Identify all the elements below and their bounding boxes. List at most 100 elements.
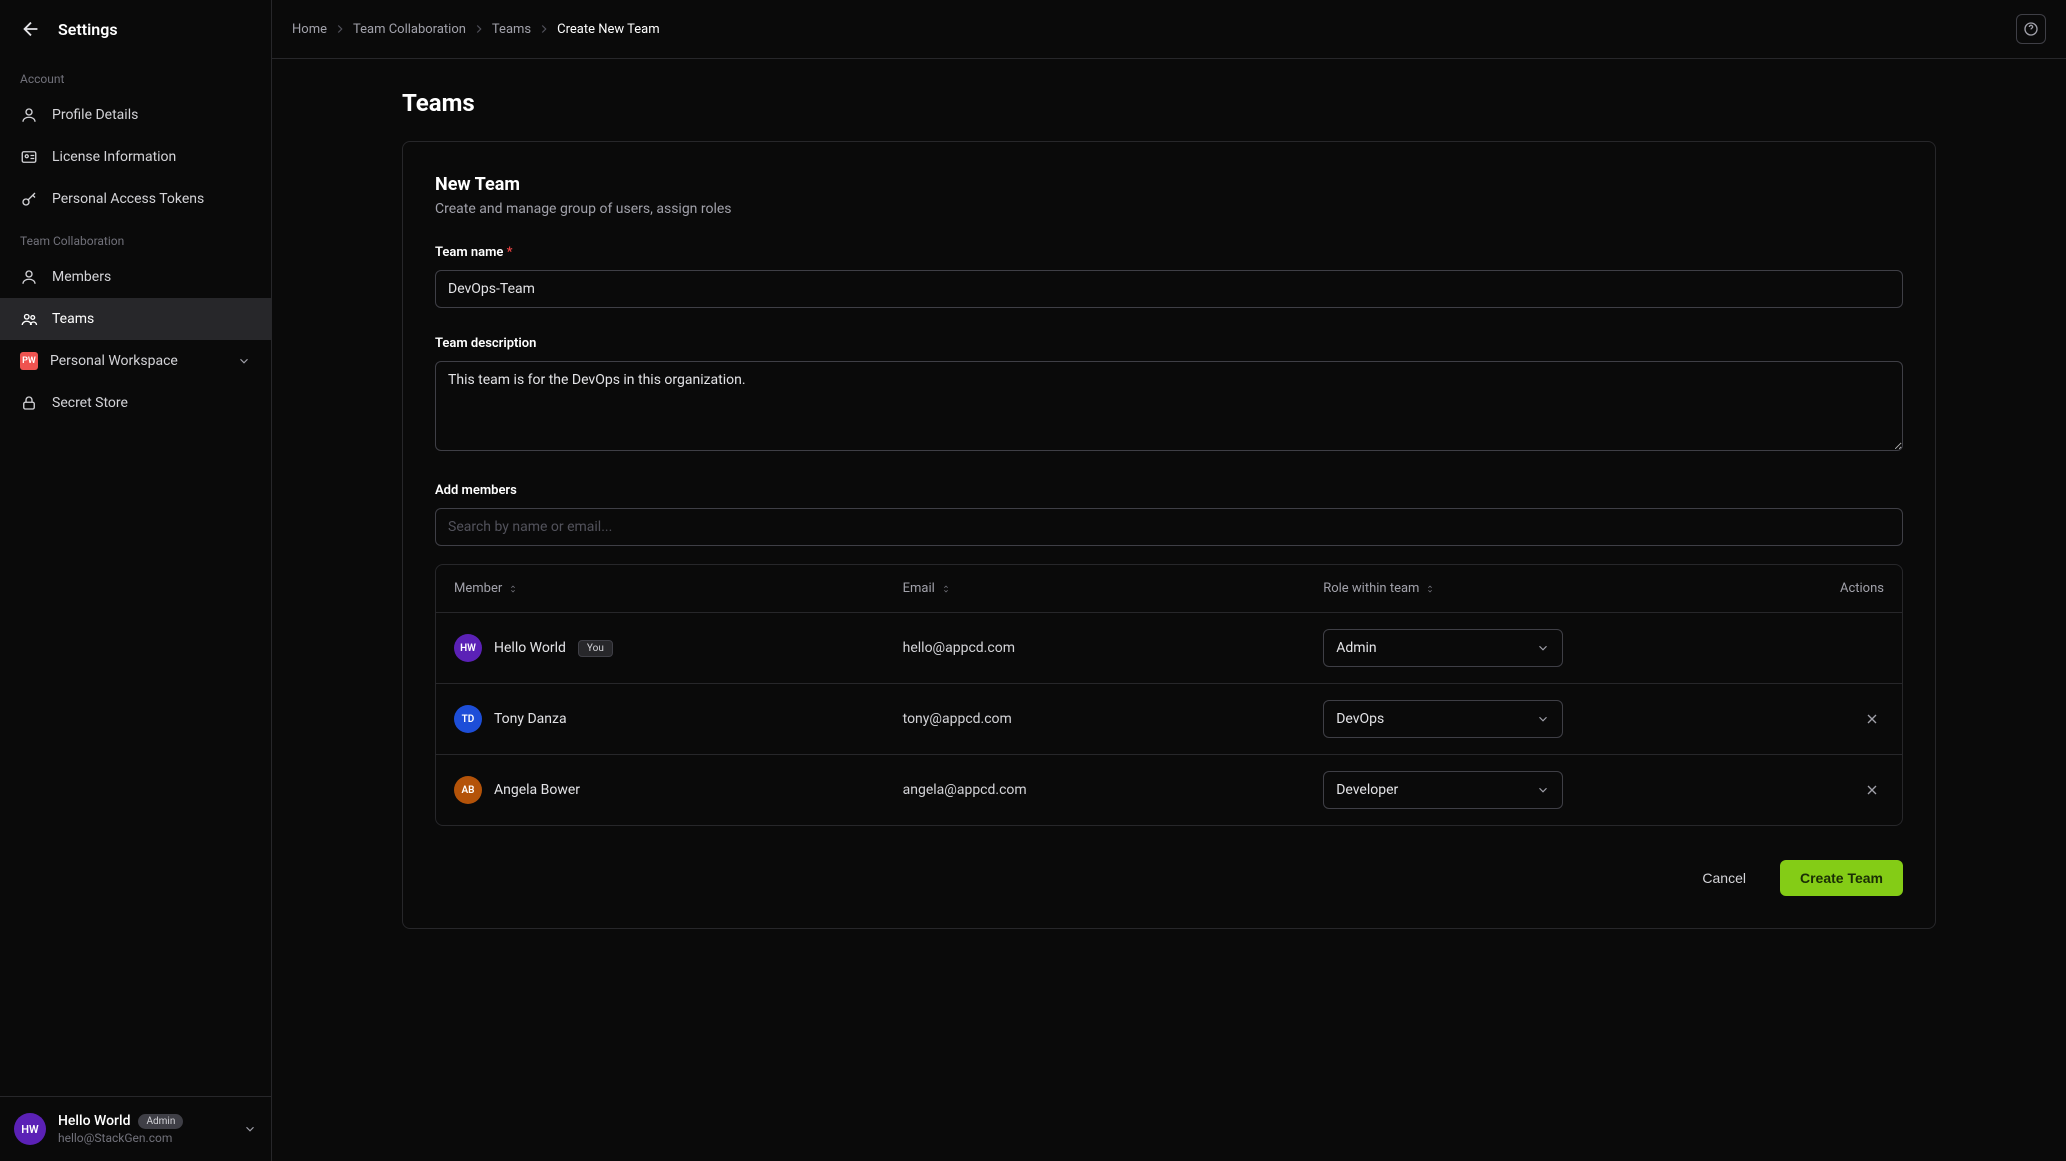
section-teamcollab-label: Team Collaboration bbox=[0, 220, 271, 256]
user-role-badge: Admin bbox=[138, 1114, 183, 1129]
member-avatar: AB bbox=[454, 776, 482, 804]
form-footer: Cancel Create Team bbox=[435, 860, 1903, 896]
sidebar-item-secret[interactable]: Secret Store bbox=[0, 382, 271, 424]
help-button[interactable] bbox=[2016, 14, 2046, 44]
role-cell: Admin bbox=[1323, 629, 1716, 667]
team-desc-input[interactable]: This team is for the DevOps in this orga… bbox=[435, 361, 1903, 451]
remove-member-button[interactable] bbox=[1860, 707, 1884, 731]
member-cell: AB Angela Bower bbox=[454, 776, 903, 804]
user-panel[interactable]: HW Hello World Admin hello@StackGen.com bbox=[0, 1096, 271, 1161]
sort-icon bbox=[1425, 584, 1435, 594]
member-avatar: HW bbox=[454, 634, 482, 662]
user-icon bbox=[20, 268, 38, 286]
th-email[interactable]: Email bbox=[903, 581, 1324, 596]
team-name-label: Team name * bbox=[435, 245, 1903, 260]
sidebar-item-teams[interactable]: Teams bbox=[0, 298, 271, 340]
chevron-down-icon bbox=[1536, 712, 1550, 726]
settings-title: Settings bbox=[58, 20, 118, 39]
crumb-team-collab[interactable]: Team Collaboration bbox=[353, 22, 466, 37]
user-info: Hello World Admin hello@StackGen.com bbox=[58, 1113, 231, 1145]
role-cell: DevOps bbox=[1323, 700, 1716, 738]
user-icon bbox=[20, 106, 38, 124]
member-cell: HW Hello World You bbox=[454, 634, 903, 662]
main-area: Home Team Collaboration Teams Create New… bbox=[272, 0, 2066, 1161]
user-name: Hello World bbox=[58, 1113, 130, 1129]
sidebar-item-label: Teams bbox=[52, 311, 94, 327]
card-title: New Team bbox=[435, 174, 1903, 195]
table-row: TD Tony Danza tony@appcd.com DevOps bbox=[436, 683, 1902, 754]
chevron-down-icon bbox=[1536, 783, 1550, 797]
close-icon bbox=[1864, 711, 1880, 727]
members-table: Member Email Role within team Actions bbox=[435, 564, 1903, 826]
table-header: Member Email Role within team Actions bbox=[436, 565, 1902, 612]
member-email: hello@appcd.com bbox=[903, 640, 1324, 656]
role-cell: Developer bbox=[1323, 771, 1716, 809]
sidebar-item-license[interactable]: License Information bbox=[0, 136, 271, 178]
crumb-teams[interactable]: Teams bbox=[492, 22, 531, 37]
chevron-right-icon bbox=[537, 22, 551, 36]
users-icon bbox=[20, 310, 38, 328]
cancel-button[interactable]: Cancel bbox=[1682, 860, 1766, 896]
table-row: AB Angela Bower angela@appcd.com Develop… bbox=[436, 754, 1902, 825]
sidebar-item-label: Profile Details bbox=[52, 107, 138, 123]
workspace-avatar: PW bbox=[20, 352, 38, 370]
role-value: DevOps bbox=[1336, 711, 1384, 727]
crumb-home[interactable]: Home bbox=[292, 22, 327, 37]
actions-cell bbox=[1716, 778, 1884, 802]
member-name: Hello World bbox=[494, 640, 566, 656]
actions-cell bbox=[1716, 707, 1884, 731]
table-row: HW Hello World You hello@appcd.com Admin bbox=[436, 612, 1902, 683]
topbar: Home Team Collaboration Teams Create New… bbox=[272, 0, 2066, 59]
sort-icon bbox=[508, 584, 518, 594]
create-team-card: New Team Create and manage group of user… bbox=[402, 141, 1936, 929]
member-name: Angela Bower bbox=[494, 782, 580, 798]
chevron-down-icon bbox=[237, 354, 251, 368]
role-value: Admin bbox=[1336, 640, 1376, 656]
chevron-right-icon bbox=[472, 22, 486, 36]
page-title: Teams bbox=[402, 89, 1936, 117]
sidebar-item-profile[interactable]: Profile Details bbox=[0, 94, 271, 136]
sidebar: Settings Account Profile Details License… bbox=[0, 0, 272, 1161]
th-member[interactable]: Member bbox=[454, 581, 903, 596]
back-arrow-icon[interactable] bbox=[20, 18, 42, 40]
sidebar-item-pat[interactable]: Personal Access Tokens bbox=[0, 178, 271, 220]
lock-icon bbox=[20, 394, 38, 412]
content: Teams New Team Create and manage group o… bbox=[272, 59, 2066, 959]
sidebar-item-label: Personal Access Tokens bbox=[52, 191, 204, 207]
section-account-label: Account bbox=[0, 58, 271, 94]
member-email: tony@appcd.com bbox=[903, 711, 1324, 727]
chevron-down-icon[interactable] bbox=[243, 1122, 257, 1136]
user-email: hello@StackGen.com bbox=[58, 1131, 231, 1145]
sidebar-header: Settings bbox=[0, 0, 271, 58]
create-team-button[interactable]: Create Team bbox=[1780, 860, 1903, 896]
role-select[interactable]: Developer bbox=[1323, 771, 1563, 809]
id-card-icon bbox=[20, 148, 38, 166]
team-desc-label: Team description bbox=[435, 336, 1903, 351]
breadcrumb: Home Team Collaboration Teams Create New… bbox=[292, 22, 660, 37]
member-search-input[interactable] bbox=[435, 508, 1903, 546]
team-name-input[interactable] bbox=[435, 270, 1903, 308]
workspace-name: Personal Workspace bbox=[50, 353, 225, 369]
sidebar-item-label: Secret Store bbox=[52, 395, 128, 411]
sort-icon bbox=[941, 584, 951, 594]
member-avatar: TD bbox=[454, 705, 482, 733]
workspace-selector[interactable]: PW Personal Workspace bbox=[0, 340, 271, 382]
help-icon bbox=[2023, 21, 2039, 37]
role-select[interactable]: DevOps bbox=[1323, 700, 1563, 738]
role-value: Developer bbox=[1336, 782, 1398, 798]
you-badge: You bbox=[578, 640, 613, 657]
field-team-desc: Team description This team is for the De… bbox=[435, 336, 1903, 455]
member-name: Tony Danza bbox=[494, 711, 567, 727]
add-members-label: Add members bbox=[435, 483, 1903, 498]
user-avatar: HW bbox=[14, 1113, 46, 1145]
member-email: angela@appcd.com bbox=[903, 782, 1324, 798]
role-select[interactable]: Admin bbox=[1323, 629, 1563, 667]
field-add-members: Add members bbox=[435, 483, 1903, 546]
crumb-current: Create New Team bbox=[557, 22, 659, 37]
remove-member-button[interactable] bbox=[1860, 778, 1884, 802]
key-icon bbox=[20, 190, 38, 208]
sidebar-item-label: License Information bbox=[52, 149, 176, 165]
chevron-down-icon bbox=[1536, 641, 1550, 655]
sidebar-item-members[interactable]: Members bbox=[0, 256, 271, 298]
th-role[interactable]: Role within team bbox=[1323, 581, 1716, 596]
